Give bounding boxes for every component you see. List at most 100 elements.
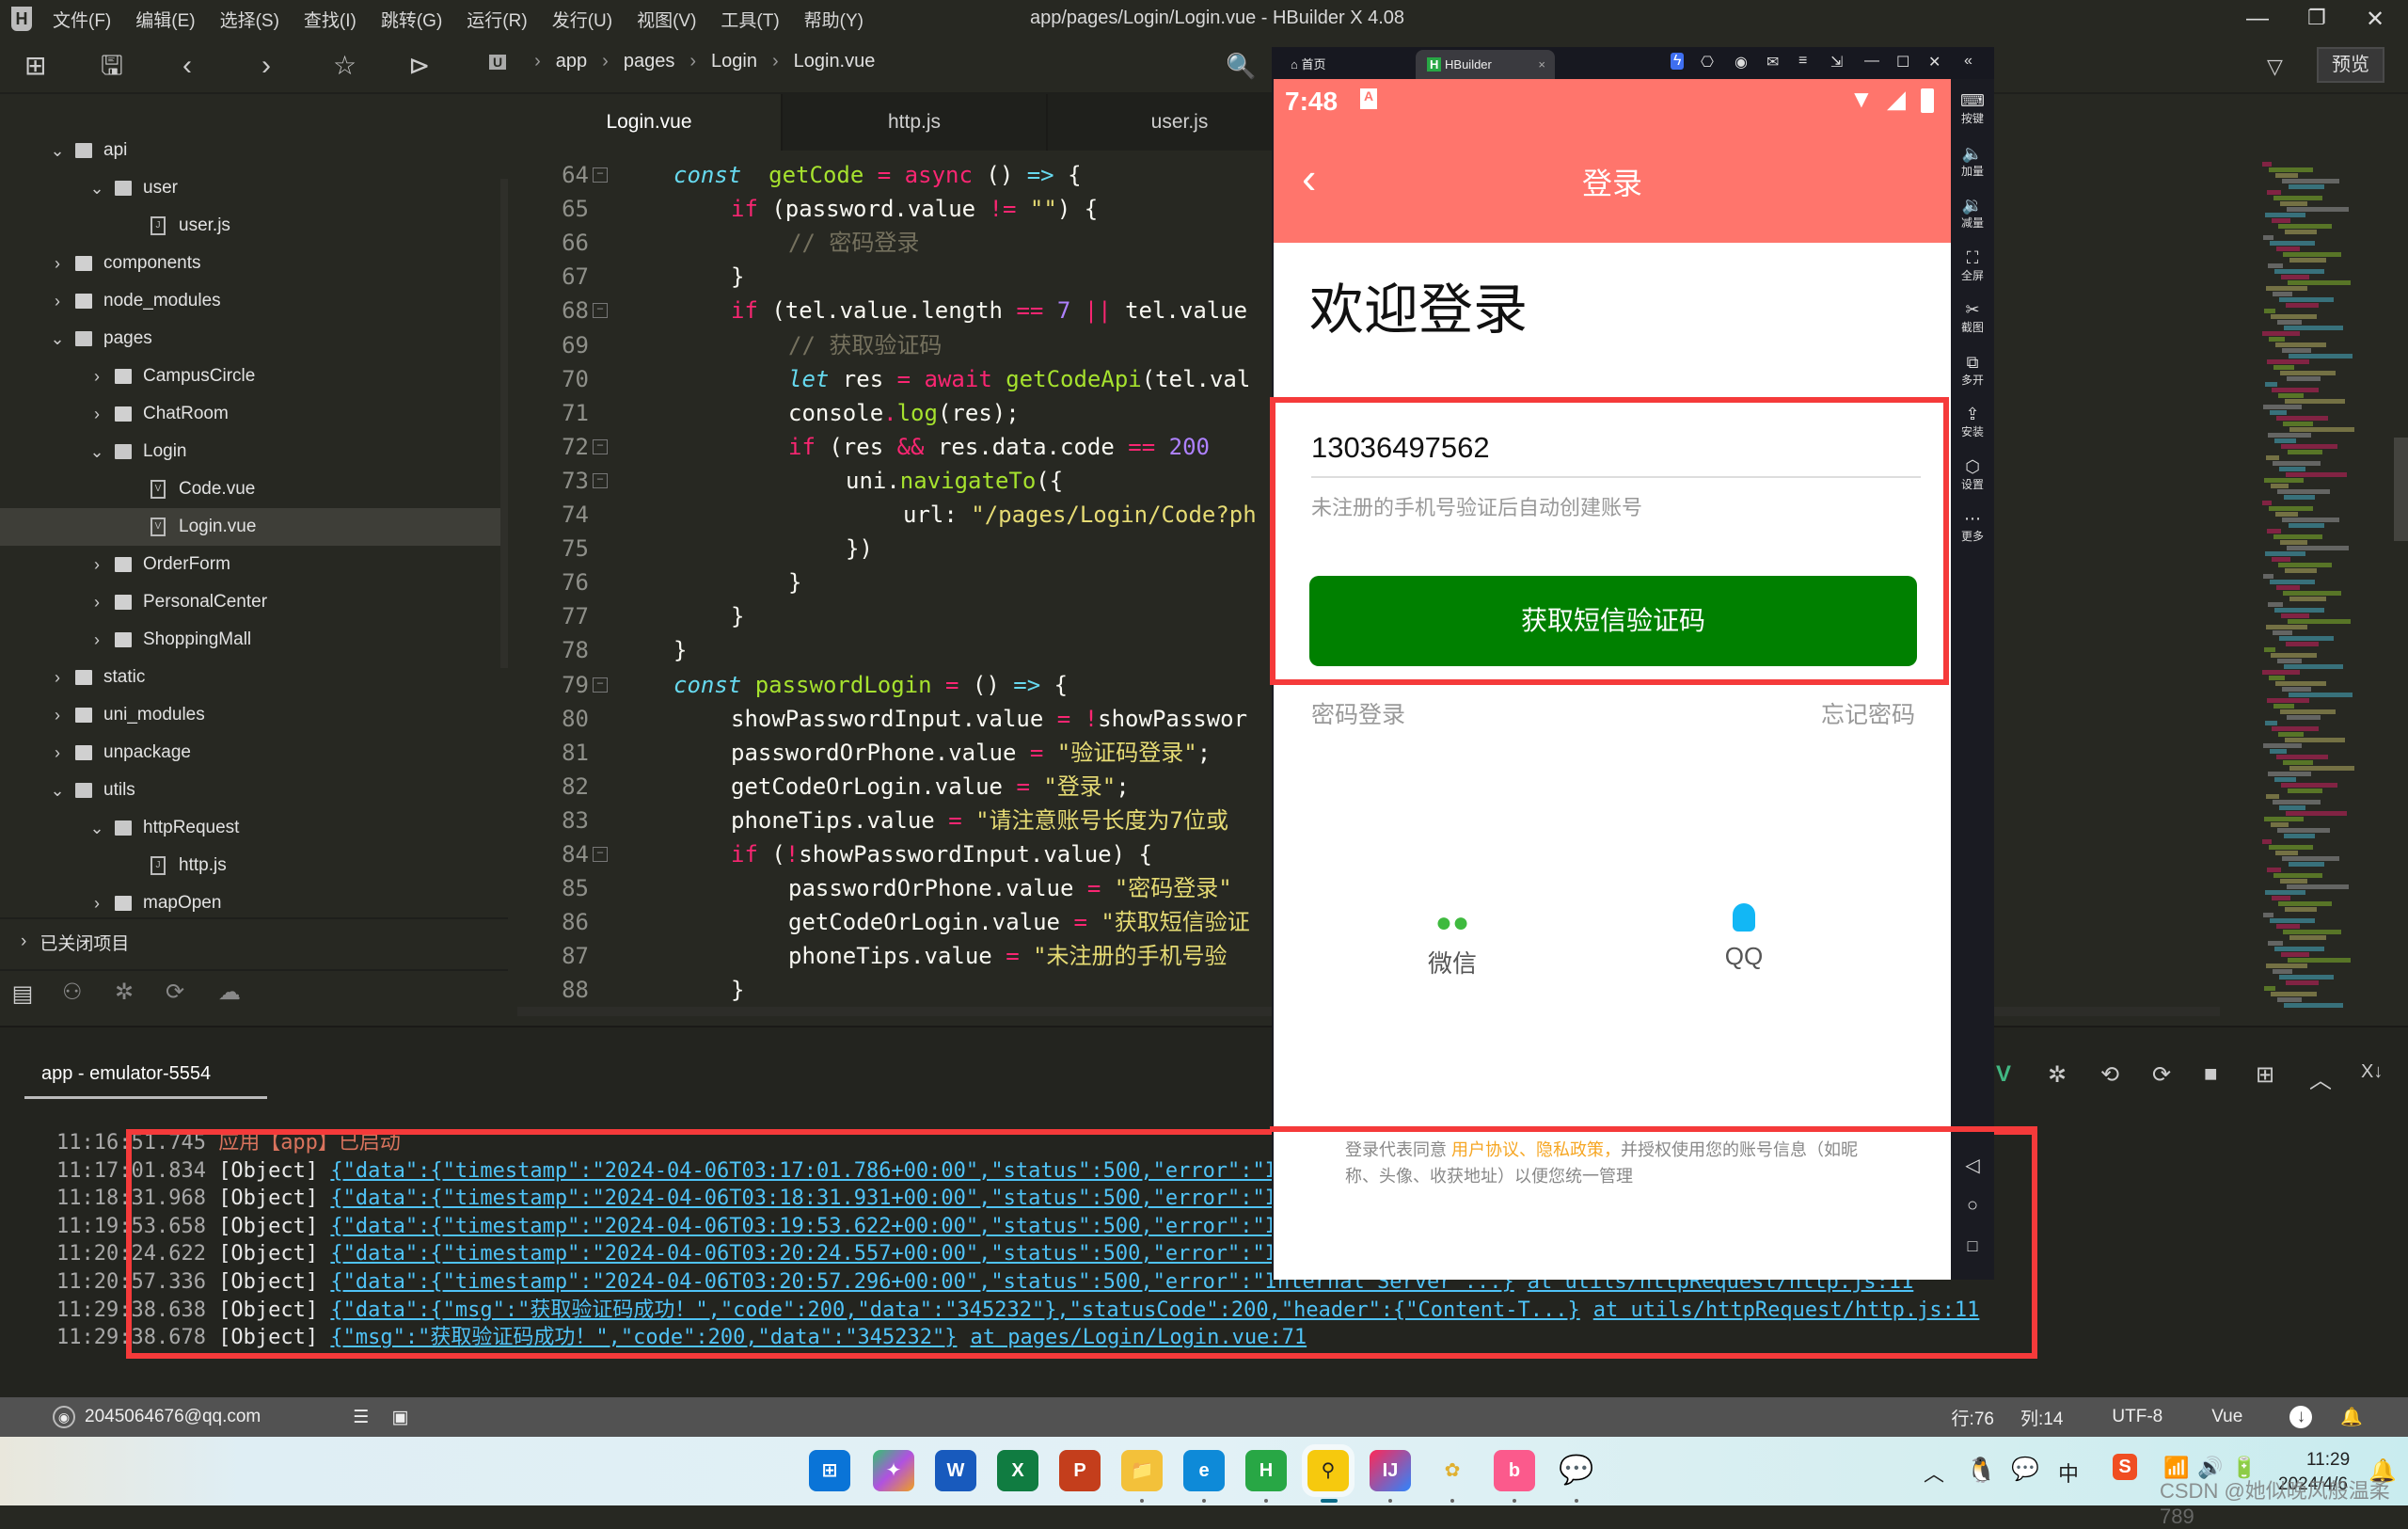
tree-item-components[interactable]: › components [0, 245, 503, 282]
reload-icon[interactable]: ⟲ [2100, 1061, 2119, 1089]
code-line[interactable]: 75}) [517, 532, 1270, 565]
copilot-icon[interactable]: ✦ [873, 1450, 914, 1491]
code-line[interactable]: 81 passwordOrPhone.value = "验证码登录"; [517, 736, 1270, 770]
forgot-password-link[interactable]: 忘记密码 [1821, 696, 1915, 730]
minimize-button[interactable]: — [2246, 6, 2269, 32]
android-recents-icon[interactable]: □ [1951, 1236, 1994, 1256]
wechat-login[interactable]: ●● 微信 [1396, 907, 1509, 980]
outline-icon[interactable]: ☰ [353, 1407, 369, 1428]
chevron-right-icon[interactable]: › [87, 555, 107, 575]
code-line[interactable]: 87 phoneTips.value = "未注册的手机号验 [517, 939, 1270, 973]
code-line[interactable]: 71 console.log(res); [517, 396, 1270, 430]
user-account[interactable]: 2045064676@qq.com [85, 1407, 261, 1427]
notification-bell-icon[interactable]: 🔔 [2340, 1406, 2363, 1428]
code-line[interactable]: 68− if (tel.value.length == 7 || tel.valu… [517, 294, 1270, 327]
menu-help[interactable]: 帮助(Y) [804, 7, 863, 32]
emulator-volume-up-button[interactable]: 🔈 加量 [1951, 143, 1994, 179]
star-icon[interactable]: ☆ [333, 49, 356, 83]
code-line[interactable]: 79− const passwordLogin = () => { [517, 668, 1270, 702]
restart-icon[interactable]: ⟳ [2152, 1061, 2171, 1089]
taskbar-clock[interactable]: 11:29 [2306, 1450, 2350, 1471]
sogou-ime-icon[interactable]: S [2113, 1454, 2137, 1480]
git-sync-icon[interactable]: ⟳ [166, 979, 184, 1006]
menu-edit[interactable]: 编辑(E) [135, 7, 195, 32]
fold-toggle-icon[interactable]: − [593, 438, 608, 454]
debug-bug-icon[interactable]: ✲ [115, 979, 134, 1006]
emulator-settings-button[interactable]: ⬡ 设置 [1951, 456, 1994, 492]
ime-indicator[interactable]: 中 [2058, 1457, 2079, 1488]
editor-scrollbar-thumb[interactable] [2394, 438, 2408, 541]
emu-close-icon[interactable]: ✕ [1928, 53, 1941, 72]
breadcrumb-login[interactable]: Login [711, 51, 757, 72]
code-line[interactable]: 80 showPasswordInput.value = !showPasswor [517, 702, 1270, 736]
cursor-line[interactable]: 行:76 [1952, 1405, 1994, 1430]
chevron-down-icon[interactable]: ⌄ [87, 442, 107, 462]
chevron-right-icon[interactable]: › [87, 630, 107, 650]
closed-projects-section[interactable]: › 已关闭项目 [0, 917, 508, 964]
chevron-down-icon[interactable]: ⌄ [47, 329, 68, 349]
tree-item-personalcenter[interactable]: › PersonalCenter [0, 583, 503, 621]
tree-item-shoppingmall[interactable]: › ShoppingMall [0, 621, 503, 659]
qq-login[interactable]: QQ [1687, 903, 1800, 971]
emulator-app-tab[interactable]: H HBuilder × [1416, 50, 1555, 79]
chevron-right-icon[interactable]: › [87, 593, 107, 613]
cloud-globe-icon[interactable]: ☁ [218, 979, 241, 1006]
tree-item-api[interactable]: ⌄ api [0, 132, 503, 169]
code-line[interactable]: 85 passwordOrPhone.value = "密码登录" [517, 871, 1270, 905]
code-line[interactable]: 70 let res = await getCodeApi(tel.val [517, 362, 1270, 396]
close-tab-icon[interactable]: × [1538, 50, 1545, 79]
tray-overflow-icon[interactable]: ︿ [1924, 1457, 1944, 1488]
chevron-down-icon[interactable]: ⌄ [47, 141, 68, 161]
tree-item-campuscircle[interactable]: › CampusCircle [0, 358, 503, 395]
language-mode[interactable]: Vue [2211, 1407, 2242, 1427]
code-line[interactable]: 86 getCodeOrLogin.value = "获取短信验证 [517, 905, 1270, 939]
tree-item-uni-modules[interactable]: › uni_modules [0, 696, 503, 734]
gamepad-icon[interactable]: ⎔ [1701, 53, 1714, 72]
back-icon[interactable]: ‹ [182, 49, 192, 83]
menu-goto[interactable]: 跳转(G) [381, 7, 442, 32]
download-icon[interactable]: ↓ [2289, 1406, 2313, 1428]
tree-item-user[interactable]: ⌄ user [0, 169, 503, 207]
edge-icon[interactable]: e [1183, 1450, 1225, 1491]
fold-toggle-icon[interactable]: − [593, 847, 608, 862]
tab-login-vue[interactable]: Login.vue [517, 94, 783, 151]
password-login-link[interactable]: 密码登录 [1311, 696, 1405, 730]
shrink-icon[interactable]: ⇲ [1830, 53, 1843, 72]
tree-item-static[interactable]: › static [0, 659, 503, 696]
excel-icon[interactable]: X [997, 1450, 1038, 1491]
filter-icon[interactable]: ▽ [2267, 55, 2283, 79]
breadcrumb-app[interactable]: app [556, 51, 587, 72]
tree-item-login[interactable]: ⌄ Login [0, 433, 503, 470]
chevron-right-icon[interactable]: › [47, 254, 68, 274]
debug-icon[interactable]: ✲ [2048, 1061, 2067, 1089]
breadcrumb-file[interactable]: Login.vue [794, 51, 876, 72]
intellij-icon[interactable]: IJ [1370, 1450, 1411, 1491]
binoculars-icon[interactable]: ⚇ [62, 979, 83, 1006]
chevron-right-icon[interactable]: › [47, 743, 68, 763]
code-line[interactable]: 88} [517, 973, 1270, 1007]
menu-file[interactable]: 文件(F) [53, 7, 111, 32]
chevron-right-icon[interactable]: › [87, 894, 107, 914]
encoding[interactable]: UTF-8 [2112, 1407, 2162, 1427]
code-line[interactable]: 72− if (res && res.data.code == 200 [517, 430, 1270, 464]
qq-tray-icon[interactable]: 🐧 [1966, 1456, 1996, 1485]
code-line[interactable]: 77} [517, 599, 1270, 633]
word-icon[interactable]: W [935, 1450, 976, 1491]
code-line[interactable]: 76} [517, 565, 1270, 599]
menu-run[interactable]: 运行(R) [467, 7, 527, 32]
menu-icon[interactable]: ≡ [1798, 53, 1807, 70]
terminal-icon[interactable]: ▣ [391, 1407, 408, 1428]
menu-find[interactable]: 查找(I) [304, 7, 356, 32]
vue-devtools-icon[interactable]: V [1996, 1061, 2011, 1088]
tree-item-httprequest[interactable]: ⌄ httpRequest [0, 809, 503, 847]
wechat-tray-icon[interactable]: 💬 [2011, 1456, 2039, 1483]
tree-item-unpackage[interactable]: › unpackage [0, 734, 503, 772]
wechat-taskbar-icon[interactable]: 💬 [1556, 1450, 1597, 1491]
code-line[interactable]: 67} [517, 260, 1270, 294]
emulator-multi-open-button[interactable]: ⧉ 多开 [1951, 352, 1994, 388]
emu-maximize-icon[interactable]: ☐ [1896, 53, 1909, 72]
chevron-right-icon[interactable]: › [47, 706, 68, 725]
emulator-volume-down-button[interactable]: 🔉 减量 [1951, 195, 1994, 231]
tree-item-chatroom[interactable]: › ChatRoom [0, 395, 503, 433]
emulator-apk-install-button[interactable]: ⇪ 安装 [1951, 404, 1994, 439]
